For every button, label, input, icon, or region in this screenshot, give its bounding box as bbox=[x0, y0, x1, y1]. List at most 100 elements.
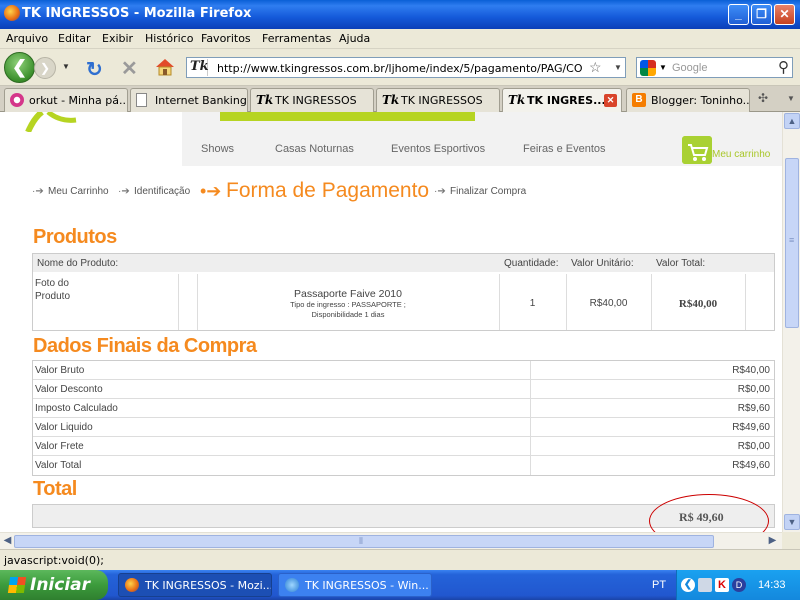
grip-icon: ≡ bbox=[789, 235, 795, 245]
step-finalizar-compra: Finalizar Compra bbox=[450, 186, 527, 197]
new-tab-icon[interactable]: ✣ bbox=[758, 91, 768, 105]
clock: 14:33 bbox=[758, 579, 786, 591]
nav-shows[interactable]: Shows bbox=[201, 143, 234, 155]
row-label: Valor Liquido bbox=[35, 422, 93, 433]
menu-ferramentas[interactable]: Ferramentas bbox=[262, 32, 331, 45]
step-arrow-icon: ·➔ bbox=[118, 186, 130, 197]
table-row: Valor Bruto R$40,00 bbox=[33, 361, 774, 380]
search-bar[interactable]: ▼ Google ⚲ bbox=[636, 57, 793, 78]
minimize-button[interactable]: _ bbox=[728, 4, 749, 25]
row-value: R$9,60 bbox=[737, 403, 770, 414]
window-title: TK INGRESSOS - Mozilla Firefox bbox=[22, 6, 252, 21]
scroll-left-icon[interactable]: ◀ bbox=[0, 534, 15, 549]
row-value: R$40,00 bbox=[732, 365, 770, 376]
language-indicator[interactable]: PT bbox=[652, 579, 666, 591]
window-title-bar[interactable]: TK INGRESSOS - Mozilla Firefox _ ❐ ✕ bbox=[0, 0, 800, 29]
taskbar-button-label: TK INGRESSOS - Mozi... bbox=[145, 579, 272, 592]
tab-label: orkut - Minha pá... bbox=[29, 94, 128, 107]
produtos-heading: Produtos bbox=[33, 226, 117, 248]
firefox-icon bbox=[4, 5, 20, 21]
header-nome-produto: Nome do Produto: bbox=[37, 258, 119, 269]
table-row: Valor Liquido R$49,60 bbox=[33, 418, 774, 437]
navigation-toolbar: ❮ ❯ ▼ ↻ ✕ Tk http://www.tkingressos.com.… bbox=[0, 49, 800, 86]
search-input[interactable]: Google bbox=[672, 62, 707, 74]
menu-ajuda[interactable]: Ajuda bbox=[339, 32, 370, 45]
address-bar[interactable]: Tk http://www.tkingressos.com.br/ljhome/… bbox=[186, 57, 626, 78]
tray-expand-icon[interactable]: ❮ bbox=[681, 578, 695, 592]
antivirus-icon[interactable]: K bbox=[715, 578, 729, 592]
search-icon[interactable]: ⚲ bbox=[778, 58, 789, 76]
orkut-icon bbox=[10, 93, 24, 107]
step-meu-carrinho[interactable]: Meu Carrinho bbox=[48, 186, 109, 197]
nav-eventos-esportivos[interactable]: Eventos Esportivos bbox=[391, 143, 485, 155]
step-arrow-icon: ·➔ bbox=[32, 186, 44, 197]
grip-icon: ⦀ bbox=[359, 536, 363, 546]
taskbar-button-ie[interactable]: TK INGRESSOS - Win... bbox=[278, 573, 432, 597]
cart-label[interactable]: Meu carrinho bbox=[712, 149, 770, 160]
product-detail-availability: Disponibilidade 1 dias bbox=[311, 310, 385, 319]
site-logo-leaf bbox=[25, 112, 77, 132]
nav-casas-noturnas[interactable]: Casas Noturnas bbox=[275, 143, 354, 155]
start-button[interactable]: Iniciar bbox=[0, 570, 108, 600]
tab-list-icon[interactable]: ▼ bbox=[787, 94, 795, 103]
tab-blogger[interactable]: B Blogger: Toninho... bbox=[626, 88, 750, 112]
maximize-button[interactable]: ❐ bbox=[751, 4, 772, 25]
tab-orkut[interactable]: orkut - Minha pá... bbox=[4, 88, 128, 112]
vertical-scrollbar[interactable]: ▲ ≡ ▼ bbox=[782, 112, 800, 532]
reload-icon[interactable]: ↻ bbox=[86, 57, 103, 82]
tab-tk-ingressos-1[interactable]: Tk TK INGRESSOS bbox=[250, 88, 374, 112]
start-label: Iniciar bbox=[30, 575, 91, 595]
nav-feiras-e-eventos[interactable]: Feiras e Eventos bbox=[523, 143, 606, 155]
forward-button[interactable]: ❯ bbox=[34, 57, 56, 79]
close-tab-icon[interactable]: ✕ bbox=[604, 94, 617, 107]
header-accent-bar bbox=[220, 112, 475, 121]
menu-arquivo[interactable]: Arquivo bbox=[6, 32, 48, 45]
product-unit-value: R$40,00 bbox=[589, 298, 628, 309]
menu-bar: Arquivo Editar Exibir Histórico Favorito… bbox=[0, 29, 800, 49]
blogger-icon: B bbox=[632, 93, 646, 107]
cart-icon bbox=[682, 136, 712, 164]
history-dropdown-icon[interactable]: ▼ bbox=[62, 62, 70, 71]
checkout-steps: ·➔ Meu Carrinho ·➔ Identificação •➔ Form… bbox=[32, 179, 772, 208]
menu-favoritos[interactable]: Favoritos bbox=[201, 32, 251, 45]
product-quantity: 1 bbox=[529, 298, 536, 309]
scroll-up-icon[interactable]: ▲ bbox=[784, 113, 800, 129]
tab-label: TK INGRESSOS bbox=[401, 94, 483, 107]
tab-tk-ingressos-2[interactable]: Tk TK INGRESSOS bbox=[376, 88, 500, 112]
menu-historico[interactable]: Histórico bbox=[145, 32, 193, 45]
row-value: R$0,00 bbox=[737, 441, 770, 452]
step-identificacao[interactable]: Identificação bbox=[134, 186, 190, 197]
scroll-right-icon[interactable]: ▶ bbox=[765, 534, 780, 549]
step-active-arrow-icon: •➔ bbox=[200, 181, 222, 201]
close-window-button[interactable]: ✕ bbox=[774, 4, 795, 25]
horizontal-scrollbar[interactable]: ◀ ⦀ ▶ bbox=[0, 532, 782, 549]
stop-icon[interactable]: ✕ bbox=[121, 56, 138, 81]
product-detail-type: Tipo de ingresso : PASSAPORTE ; bbox=[290, 300, 406, 309]
site-favicon-icon: Tk bbox=[190, 59, 209, 76]
menu-editar[interactable]: Editar bbox=[58, 32, 91, 45]
vertical-scroll-thumb[interactable]: ≡ bbox=[785, 158, 799, 328]
menu-exibir[interactable]: Exibir bbox=[102, 32, 133, 45]
dados-finais-heading: Dados Finais da Compra bbox=[33, 335, 257, 357]
horizontal-scroll-thumb[interactable]: ⦀ bbox=[14, 535, 714, 548]
bookmark-star-icon[interactable]: ☆ bbox=[589, 59, 602, 76]
tab-tk-ingressos-active[interactable]: Tk TK INGRES... ✕ bbox=[502, 88, 622, 113]
tab-internet-banking[interactable]: Internet Banking bbox=[130, 88, 248, 112]
table-row: Valor Desconto R$0,00 bbox=[33, 380, 774, 399]
network-icon[interactable] bbox=[698, 578, 712, 592]
annotation-ellipse bbox=[649, 494, 769, 532]
table-row: Foto do Produto Passaporte Faive 2010 Ti… bbox=[33, 274, 774, 330]
tray-app-icon[interactable]: D bbox=[732, 578, 746, 592]
url-dropdown-icon[interactable]: ▼ bbox=[614, 63, 622, 72]
home-icon[interactable] bbox=[154, 57, 176, 77]
tab-bar: orkut - Minha pá... Internet Banking Tk … bbox=[0, 86, 800, 113]
search-engine-dropdown-icon[interactable]: ▼ bbox=[659, 63, 667, 72]
scroll-down-icon[interactable]: ▼ bbox=[784, 514, 800, 530]
back-button[interactable]: ❮ bbox=[4, 52, 35, 83]
taskbar-button-firefox[interactable]: TK INGRESSOS - Mozi... bbox=[118, 573, 272, 597]
url-text[interactable]: http://www.tkingressos.com.br/ljhome/ind… bbox=[217, 62, 583, 75]
google-icon[interactable] bbox=[640, 60, 656, 76]
internet-explorer-icon bbox=[285, 578, 299, 592]
tk-icon: Tk bbox=[256, 93, 274, 107]
system-tray: ❮ K D 14:33 bbox=[676, 570, 800, 600]
